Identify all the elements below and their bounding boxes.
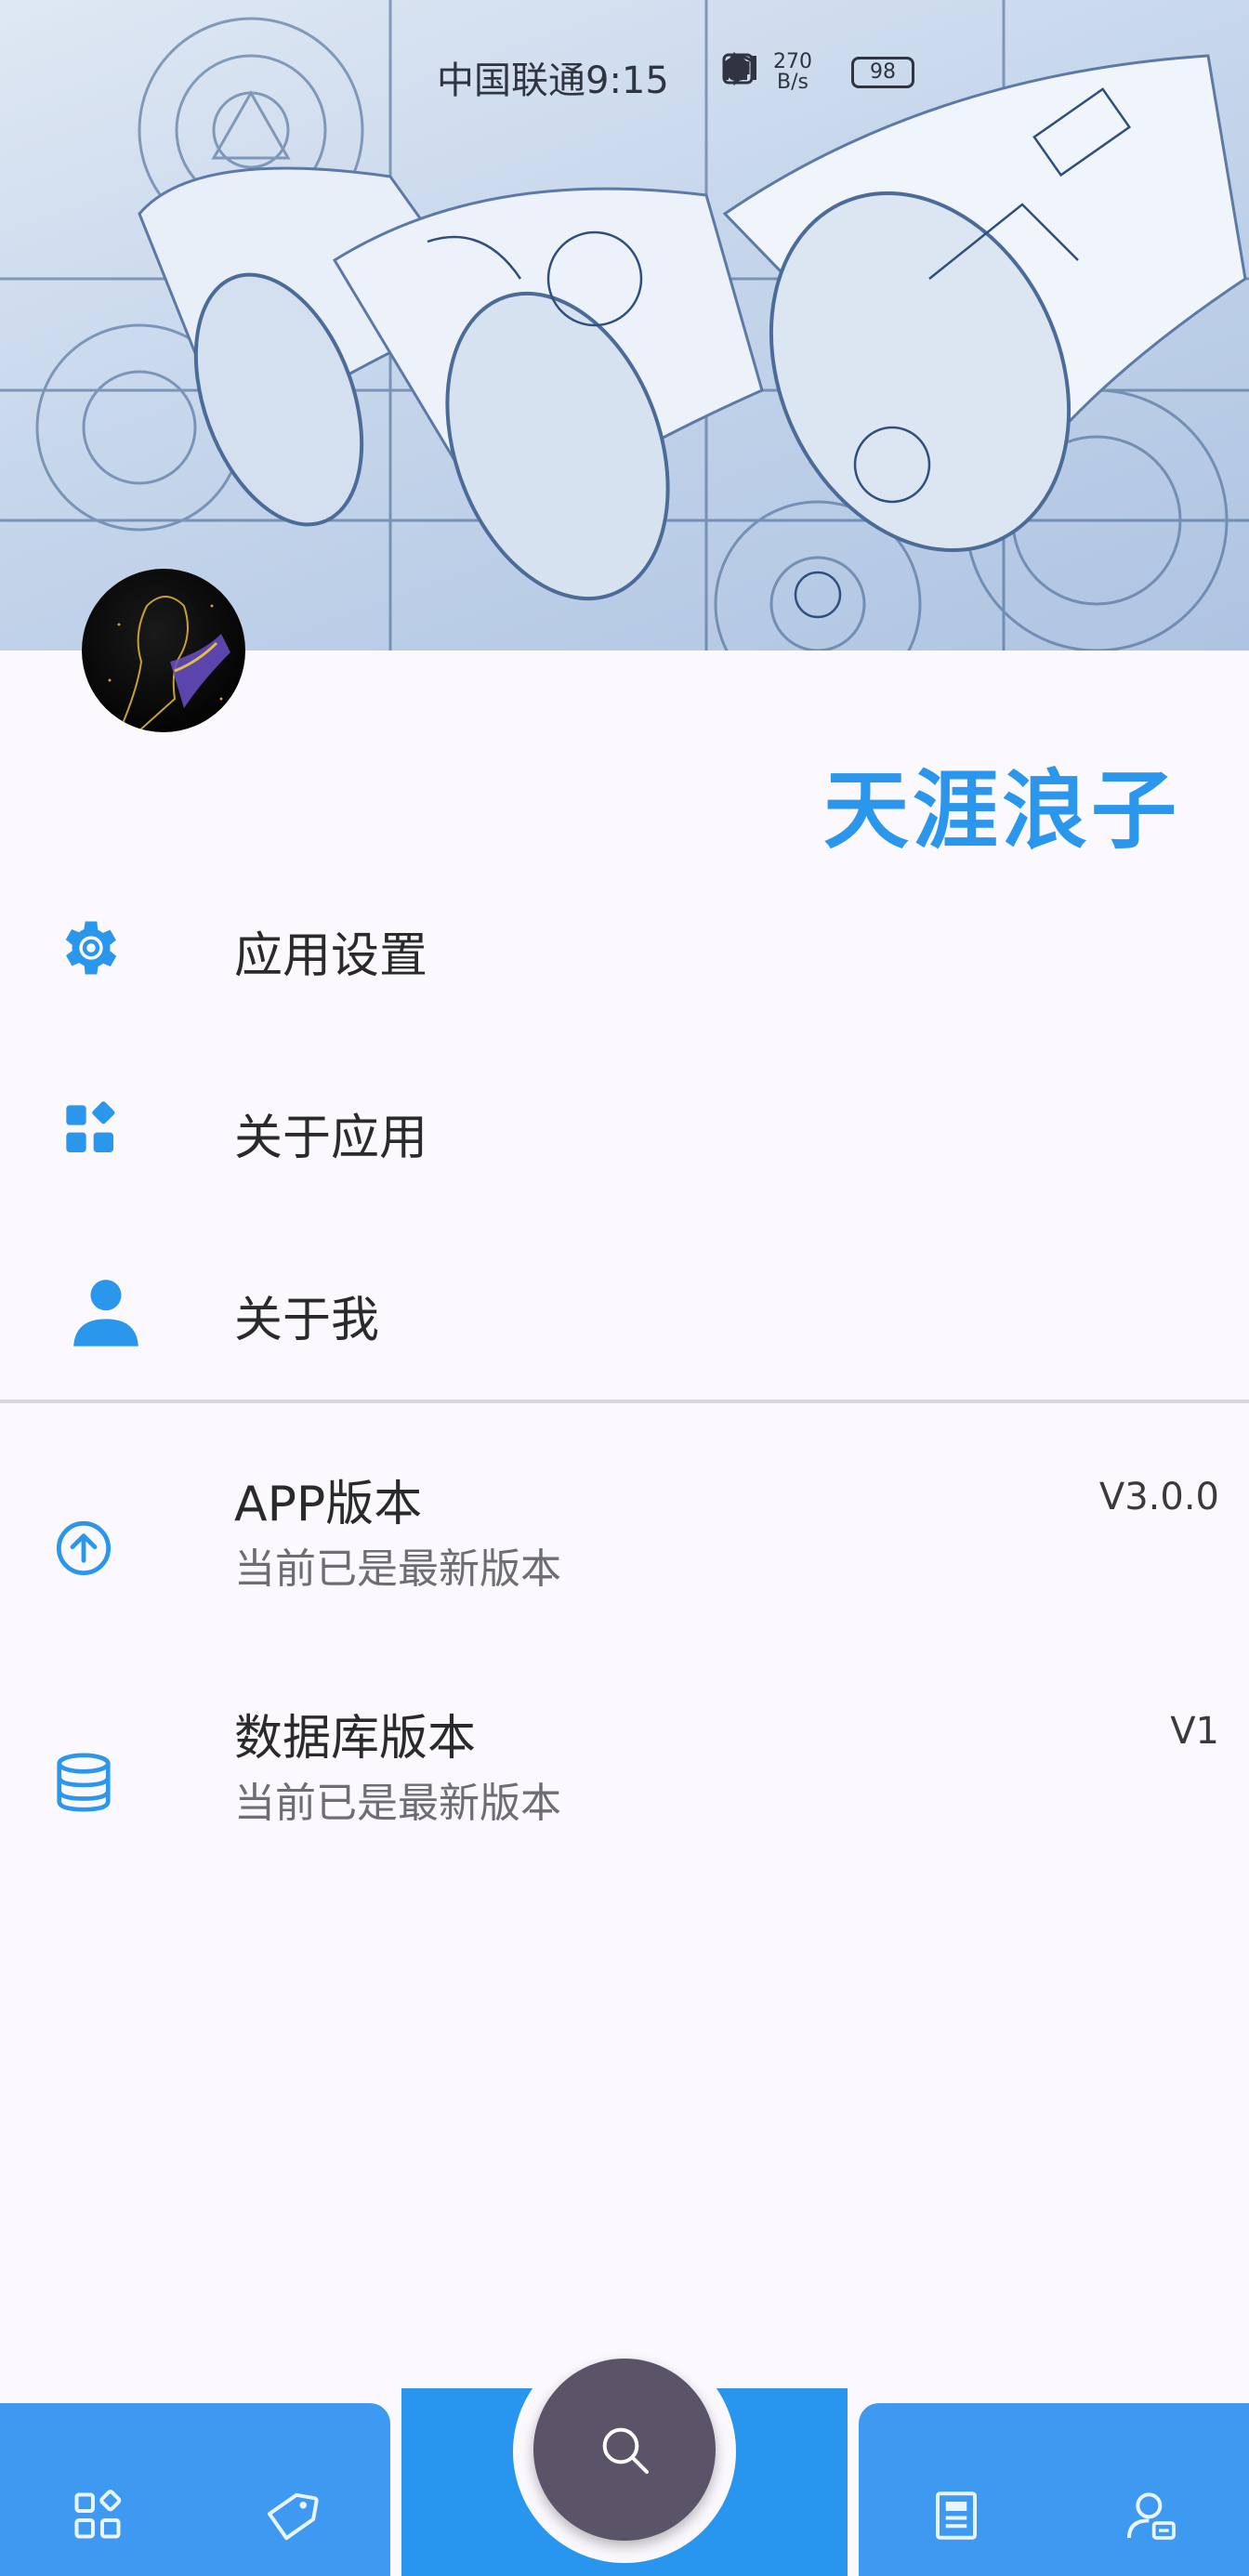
carrier-name: 中国联通 bbox=[437, 59, 585, 102]
person-icon bbox=[65, 1271, 147, 1353]
network-speed: 270 B/s bbox=[773, 52, 812, 93]
menu-item-about-app[interactable]: 关于应用 bbox=[0, 1037, 1249, 1219]
search-button[interactable] bbox=[533, 2359, 716, 2541]
database-version-item[interactable]: 数据库版本 当前已是最新版本 V1 bbox=[0, 1678, 1249, 1901]
arrow-up-circle-icon bbox=[45, 1509, 123, 1587]
database-icon bbox=[45, 1743, 123, 1821]
version-status: 当前已是最新版本 bbox=[234, 1545, 561, 1593]
tag-icon[interactable] bbox=[251, 2474, 335, 2557]
menu-item-settings[interactable]: 应用设置 bbox=[0, 855, 1249, 1037]
version-title: APP版本 bbox=[234, 1477, 423, 1532]
gear-icon bbox=[50, 907, 132, 989]
version-value: V1 bbox=[1170, 1710, 1219, 1753]
clock: 9:15 bbox=[585, 59, 669, 102]
user-card-icon[interactable] bbox=[1110, 2474, 1193, 2557]
status-icons: 270 B/s 98 bbox=[721, 52, 914, 93]
section-divider bbox=[0, 1400, 1249, 1403]
app-version-item[interactable]: APP版本 当前已是最新版本 V3.0.0 bbox=[0, 1444, 1249, 1667]
version-value: V3.0.0 bbox=[1098, 1476, 1219, 1518]
header-blueprint-image: 中国联通9:15 270 B/s 98 bbox=[0, 0, 1249, 651]
version-status: 当前已是最新版本 bbox=[234, 1780, 561, 1827]
carrier-label: 中国联通9:15 bbox=[437, 50, 669, 104]
menu-item-label: 应用设置 bbox=[234, 928, 428, 984]
version-title: 数据库版本 bbox=[234, 1711, 477, 1767]
apps-icon bbox=[50, 1089, 132, 1171]
username: 天涯浪子 bbox=[822, 761, 1180, 861]
search-icon bbox=[602, 2427, 649, 2474]
menu-item-label: 关于我 bbox=[234, 1293, 380, 1348]
menu-item-about-me[interactable]: 关于我 bbox=[0, 1219, 1249, 1401]
battery-indicator: 98 bbox=[851, 57, 914, 88]
avatar[interactable] bbox=[82, 569, 245, 732]
document-icon[interactable] bbox=[914, 2474, 998, 2557]
status-bar: 中国联通9:15 270 B/s 98 bbox=[0, 45, 1249, 102]
grid-icon[interactable] bbox=[56, 2474, 139, 2557]
network-speed-value: 270 bbox=[773, 50, 812, 73]
avatar-image bbox=[108, 596, 230, 732]
menu-item-label: 关于应用 bbox=[234, 1111, 428, 1166]
network-speed-unit: B/s bbox=[777, 71, 809, 94]
bottom-navigation bbox=[0, 2340, 1249, 2576]
